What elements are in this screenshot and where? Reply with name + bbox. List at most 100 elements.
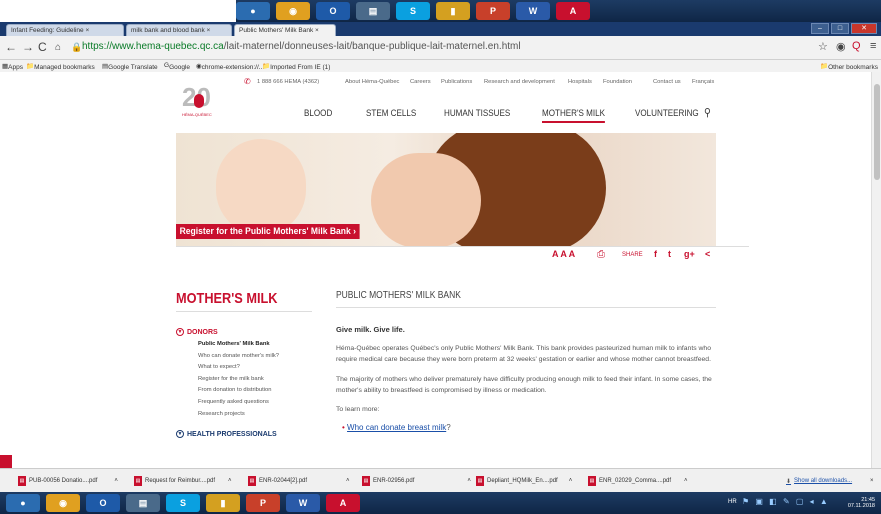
download-item[interactable]: ▤ PUB-00056 Donatio....pdf ˄ bbox=[18, 474, 118, 488]
sidebar-item-who-can-donate[interactable]: Who can donate mother's milk? bbox=[198, 351, 316, 363]
outlook-icon[interactable]: O bbox=[316, 2, 350, 20]
share-label: SHARE bbox=[622, 252, 643, 258]
skype-icon[interactable]: S bbox=[396, 2, 430, 20]
home-icon[interactable]: ⌂ bbox=[55, 42, 61, 53]
bookmarks-bar: ▦ Apps 📁 Managed bookmarks ▤ Google Tran… bbox=[0, 60, 881, 72]
skype-icon[interactable]: S bbox=[166, 494, 200, 512]
font-size-controls[interactable]: A A A bbox=[552, 249, 575, 259]
google-plus-icon[interactable]: g+ bbox=[684, 249, 695, 259]
phone-number[interactable]: 1 888 666 HEMA (4362) bbox=[257, 79, 319, 85]
sidebar-section-donors[interactable]: ▼ DONORS bbox=[176, 328, 316, 336]
collapse-icon: ▼ bbox=[176, 328, 184, 336]
page-scrollbar[interactable] bbox=[871, 72, 881, 468]
taskbar: ● ◉ O ▤ S ▮ P W A HR ⚑ ▣ ◧ ✎ ▢ ◂ ▲ 21:45… bbox=[0, 492, 881, 514]
bookmark-google[interactable]: G Google bbox=[164, 62, 190, 71]
close-window-button[interactable]: ✕ bbox=[851, 23, 877, 34]
close-downloads-icon[interactable]: × bbox=[870, 474, 874, 488]
util-contact[interactable]: Contact us bbox=[653, 79, 681, 85]
download-icon: ⬇ bbox=[786, 478, 792, 485]
powerpoint-icon[interactable]: P bbox=[246, 494, 280, 512]
util-publications[interactable]: Publications bbox=[441, 79, 472, 85]
bookmark-chrome-extension[interactable]: ◉ chrome-extension://... bbox=[196, 62, 264, 71]
tab-strip: Infant Feeding: Guideline × milk bank an… bbox=[0, 22, 881, 36]
menu-icon[interactable]: ≡ bbox=[870, 40, 876, 52]
tab-milk-bank[interactable]: milk bank and blood bank × bbox=[126, 24, 232, 36]
util-francais[interactable]: Français bbox=[692, 79, 714, 85]
maximize-button[interactable]: □ bbox=[831, 23, 849, 34]
start-icon[interactable]: ● bbox=[236, 2, 270, 20]
sidebar-nav: ▼ DONORS Public Mothers' Milk Bank Who ca… bbox=[176, 328, 316, 439]
blood-drop-icon bbox=[194, 94, 204, 108]
util-foundation[interactable]: Foundation bbox=[603, 79, 632, 85]
expand-icon: ▼ bbox=[176, 430, 184, 439]
search-icon[interactable]: ⚲ bbox=[704, 106, 711, 119]
bookmark-imported[interactable]: 📁 Imported From IE (1) bbox=[262, 62, 330, 71]
bullet-icon: • bbox=[342, 423, 345, 433]
sidebar-item-what-to-expect[interactable]: What to expect? bbox=[198, 362, 316, 374]
nav-stem-cells[interactable]: STEM CELLS bbox=[366, 108, 416, 119]
powerpoint-icon[interactable]: P bbox=[476, 2, 510, 20]
chrome-icon[interactable]: ◉ bbox=[46, 494, 80, 512]
facebook-icon[interactable]: f bbox=[654, 249, 657, 259]
util-careers[interactable]: Careers bbox=[410, 79, 431, 85]
back-icon[interactable]: ← bbox=[5, 40, 17, 54]
who-can-donate-link[interactable]: Who can donate breast milk bbox=[347, 423, 446, 432]
download-item[interactable]: ▤ Request for Reimbur....pdf ˄ bbox=[134, 474, 232, 488]
files-icon[interactable]: ▤ bbox=[126, 494, 160, 512]
acrobat-icon[interactable]: A bbox=[556, 2, 590, 20]
bookmark-other[interactable]: 📁 Other bookmarks bbox=[820, 62, 878, 71]
download-item[interactable]: ▤ ENR_02029_Comma....pdf ˄ bbox=[588, 474, 688, 488]
chrome-icon[interactable]: ◉ bbox=[276, 2, 310, 20]
tab-public-mothers-milk-bank[interactable]: Public Mothers' Milk Bank × bbox=[234, 24, 336, 36]
address-bar[interactable]: https://www.hema-quebec.qc.ca/lait-mater… bbox=[82, 41, 521, 52]
bookmark-translate[interactable]: ▤ Google Translate bbox=[102, 62, 158, 71]
tab-infant-feeding[interactable]: Infant Feeding: Guideline × bbox=[6, 24, 124, 36]
language-indicator[interactable]: HR bbox=[728, 499, 737, 505]
hema-quebec-logo[interactable]: 20 HÉMA-QUÉBEC bbox=[182, 84, 226, 130]
sidebar-item-research[interactable]: Research projects bbox=[198, 409, 316, 421]
page-title: PUBLIC MOTHERS' MILK BANK bbox=[336, 290, 461, 301]
downloads-bar: ▤ PUB-00056 Donatio....pdf ˄ ▤ Request for… bbox=[0, 468, 881, 492]
extension-q-icon[interactable]: Q bbox=[852, 40, 861, 52]
tray-icons[interactable]: ⚑ ▣ ◧ ✎ ▢ ◂ ▲ bbox=[742, 497, 830, 506]
start-icon[interactable]: ● bbox=[6, 494, 40, 512]
sidebar-section-health-professionals[interactable]: ▼ HEALTH PROFESSIONALS bbox=[176, 430, 316, 439]
reload-icon[interactable]: C bbox=[38, 40, 47, 54]
extension-icon[interactable]: ◉ bbox=[836, 40, 846, 53]
divider bbox=[176, 246, 749, 247]
util-hospitals[interactable]: Hospitals bbox=[568, 79, 592, 85]
word-icon[interactable]: W bbox=[516, 2, 550, 20]
sidebar-item-public-milk-bank[interactable]: Public Mothers' Milk Bank bbox=[198, 339, 316, 351]
bookmark-managed[interactable]: 📁 Managed bookmarks bbox=[26, 62, 95, 71]
minimize-button[interactable]: – bbox=[811, 23, 829, 34]
clock[interactable]: 21:45 07.11.2018 bbox=[848, 497, 875, 509]
hero-photo-mother bbox=[371, 153, 481, 246]
share-icon[interactable]: < bbox=[705, 249, 710, 259]
sidebar-item-register[interactable]: Register for the milk bank bbox=[198, 374, 316, 386]
register-milk-bank-button[interactable]: Register for the Public Mothers' Milk Ba… bbox=[176, 224, 360, 239]
util-research[interactable]: Research and development bbox=[484, 79, 555, 85]
word-icon[interactable]: W bbox=[286, 494, 320, 512]
nav-blood[interactable]: BLOOD bbox=[304, 108, 332, 119]
forward-icon[interactable]: → bbox=[22, 40, 34, 54]
acrobat-icon[interactable]: A bbox=[326, 494, 360, 512]
download-item[interactable]: ▤ ENR-02956.pdf ˄ bbox=[362, 474, 471, 488]
files-icon[interactable]: ▤ bbox=[356, 2, 390, 20]
download-item[interactable]: ▤ Depliant_HQMilk_En....pdf ˄ bbox=[476, 474, 572, 488]
nav-mothers-milk[interactable]: MOTHER'S MILK bbox=[542, 108, 606, 123]
nav-volunteering[interactable]: VOLUNTEERING bbox=[635, 108, 699, 119]
paragraph-learn-more: To learn more: bbox=[336, 406, 380, 414]
util-about[interactable]: About Héma-Québec bbox=[345, 79, 399, 85]
sidebar-item-donation-distribution[interactable]: From donation to distribution bbox=[198, 385, 316, 397]
nav-human-tissues[interactable]: HUMAN TISSUES bbox=[444, 108, 510, 119]
star-icon[interactable]: ☆ bbox=[818, 40, 828, 53]
download-item[interactable]: ▤ ENR-02044[2].pdf ˄ bbox=[248, 474, 350, 488]
app-icon[interactable]: ▮ bbox=[206, 494, 240, 512]
app-icon[interactable]: ▮ bbox=[436, 2, 470, 20]
twitter-icon[interactable]: t bbox=[668, 249, 671, 259]
print-icon[interactable]: ⎙ bbox=[597, 249, 605, 260]
sidebar-item-faq[interactable]: Frequently asked questions bbox=[198, 397, 316, 409]
bookmark-apps[interactable]: ▦ Apps bbox=[2, 62, 23, 71]
outlook-icon[interactable]: O bbox=[86, 494, 120, 512]
show-all-downloads-link[interactable]: ⬇ Show all downloads... bbox=[786, 474, 852, 488]
